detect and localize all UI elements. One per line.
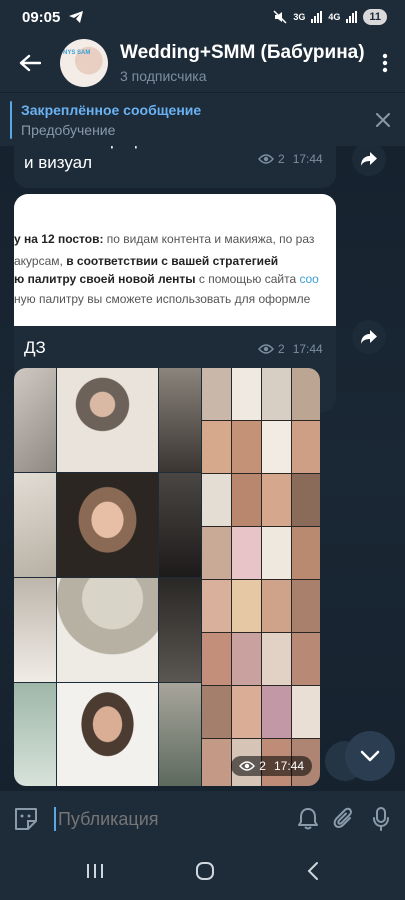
photo-thumbnail[interactable]: [57, 683, 158, 786]
text-caret: [54, 807, 56, 831]
chevron-left-icon: [307, 862, 319, 880]
avatar-text: NYS SAM: [63, 50, 91, 56]
recent-apps-icon: [86, 864, 103, 878]
photo-thumbnail[interactable]: [14, 578, 56, 682]
message-time: 17:44: [273, 759, 304, 773]
sticker-icon: [15, 808, 38, 830]
forward-button[interactable]: [352, 320, 386, 354]
channel-avatar[interactable]: NYS SAM: [60, 39, 108, 87]
photo-collage-message[interactable]: 2 17:44: [14, 368, 320, 786]
subscriber-count: 3 подписчика: [120, 68, 207, 84]
status-time: 09:05: [22, 8, 61, 26]
channel-info[interactable]: Wedding+SMM (Бабурина) 3 подписчика: [120, 42, 365, 84]
silent-broadcast-button[interactable]: [290, 791, 326, 847]
doc-line: ю палитру своей новой ленты с помощью са…: [14, 272, 319, 286]
view-count: 2: [278, 152, 285, 166]
eye-icon: [258, 344, 274, 354]
view-count: 2: [259, 759, 266, 773]
network-4g-label: 4G: [328, 12, 341, 22]
doc-line: акурсам, в соответствии с вашей стратеги…: [14, 254, 279, 268]
signal-icon-2: [346, 11, 358, 23]
bell-icon: [298, 808, 319, 830]
message-input-bar: [0, 791, 405, 847]
photo-collage[interactable]: [14, 368, 320, 786]
more-vertical-icon: [382, 53, 388, 73]
battery-indicator: 11: [363, 9, 387, 25]
photo-thumbnail[interactable]: [14, 683, 56, 786]
attach-button[interactable]: [326, 791, 362, 847]
doc-line: у на 12 постов: по видам контента и маки…: [14, 232, 315, 246]
message-input[interactable]: [57, 808, 290, 830]
paperclip-icon: [334, 807, 353, 828]
message-bubble[interactable]: Упаковка профиля. Наполнение ленты и виз…: [14, 146, 336, 188]
share-arrow-icon: [361, 330, 377, 344]
status-bar: 09:05 3G 4G 11: [0, 0, 405, 34]
scroll-down-button[interactable]: [345, 731, 395, 781]
photo-thumbnail[interactable]: [159, 578, 201, 682]
arrow-left-icon: [19, 54, 41, 72]
message-time: 17:44: [292, 152, 323, 166]
message-meta: 2 17:44: [258, 342, 323, 356]
system-navigation-bar: [0, 847, 405, 900]
pinned-message-bar[interactable]: Закреплённое сообщение Предобучение: [0, 92, 405, 146]
photo-thumbnail[interactable]: [57, 578, 158, 682]
telegram-notification-icon: [69, 11, 84, 23]
mute-icon: [273, 10, 287, 24]
microphone-icon: [372, 807, 389, 831]
photo-thumbnail[interactable]: [159, 368, 201, 472]
view-count: 2: [278, 342, 285, 356]
message-time: 17:44: [292, 342, 323, 356]
message-caption: ДЗ: [24, 338, 46, 357]
close-pinned-button[interactable]: [361, 93, 405, 147]
message-meta: 2 17:44: [231, 756, 312, 776]
pinned-title: Закреплённое сообщение: [21, 101, 202, 118]
photo-collage-column[interactable]: [202, 368, 320, 786]
more-options-button[interactable]: [365, 34, 405, 92]
channel-title: Wedding+SMM (Бабурина): [120, 42, 365, 63]
photo-thumbnail[interactable]: [57, 368, 158, 472]
system-back-button[interactable]: [307, 861, 319, 886]
photo-thumbnail[interactable]: [14, 368, 56, 472]
photo-thumbnail[interactable]: [159, 473, 201, 577]
sticker-button[interactable]: [8, 791, 44, 847]
chat-messages-area[interactable]: Упаковка профиля. Наполнение ленты и виз…: [0, 146, 405, 791]
back-button[interactable]: [0, 34, 60, 92]
chevron-down-icon: [360, 750, 380, 762]
photo-thumbnail[interactable]: [159, 683, 201, 786]
signal-icon: [311, 11, 323, 23]
doc-line: ную палитру вы сможете использовать для …: [14, 292, 311, 306]
photo-thumbnail[interactable]: [57, 473, 158, 577]
share-arrow-icon: [361, 152, 377, 166]
network-3g-label: 3G: [293, 12, 306, 22]
message-meta: 2 17:44: [258, 152, 323, 166]
close-icon: [376, 112, 390, 127]
pinned-body: Предобучение: [21, 121, 116, 138]
chat-header: NYS SAM Wedding+SMM (Бабурина) 3 подписч…: [0, 34, 405, 92]
home-icon: [196, 862, 215, 880]
home-button[interactable]: [195, 861, 215, 886]
pinned-indicator: [10, 100, 12, 139]
photo-thumbnail[interactable]: [14, 473, 56, 577]
forward-button[interactable]: [352, 146, 386, 176]
recent-apps-button[interactable]: [86, 863, 104, 884]
eye-icon: [258, 154, 274, 164]
eye-icon: [239, 761, 256, 771]
voice-record-button[interactable]: [363, 791, 399, 847]
document-screenshot-image[interactable]: у на 12 постов: по видам контента и маки…: [14, 194, 336, 326]
